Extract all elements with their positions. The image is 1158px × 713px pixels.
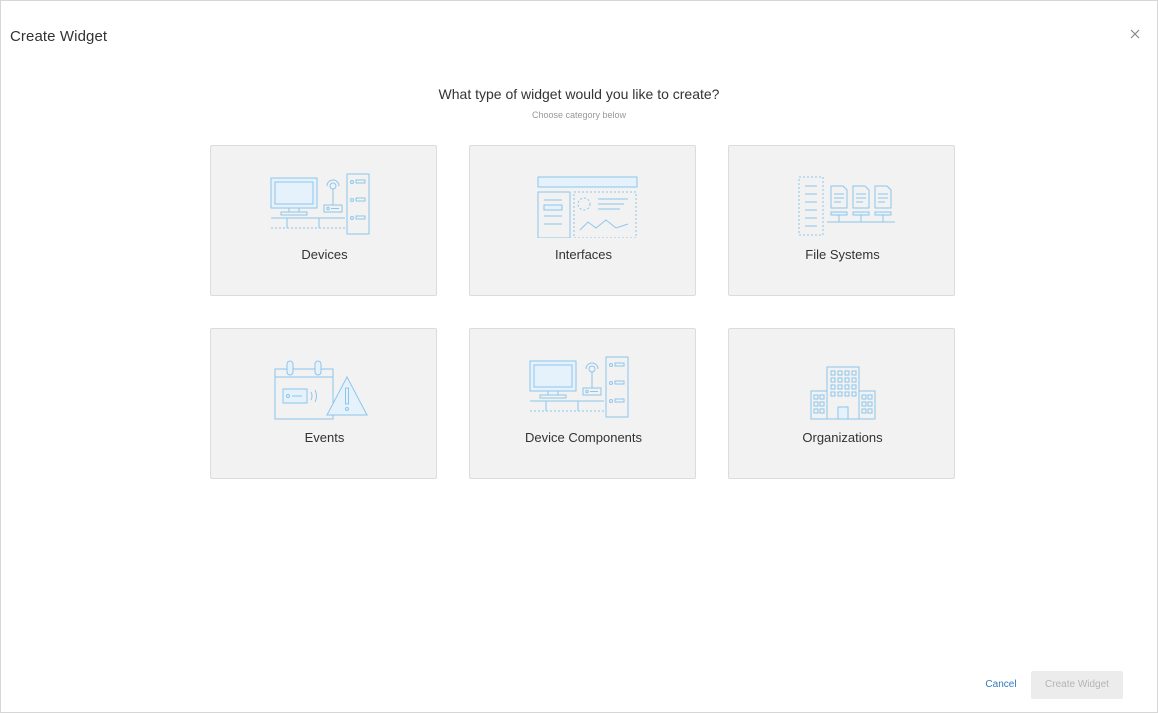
events-icon	[274, 360, 368, 420]
close-icon	[1130, 29, 1140, 39]
close-button[interactable]	[1127, 26, 1143, 42]
device-components-icon	[529, 356, 628, 418]
category-card-organizations[interactable]: Organizations	[728, 328, 955, 479]
create-widget-button[interactable]: Create Widget	[1031, 671, 1123, 699]
category-label: Device Components	[524, 430, 643, 445]
devices-icon	[270, 173, 369, 235]
category-label: Interfaces	[554, 247, 613, 262]
category-label: Organizations	[802, 430, 883, 445]
category-card-device-components[interactable]: Device Components	[469, 328, 696, 479]
category-card-file-systems[interactable]: File Systems	[728, 145, 955, 296]
cancel-button[interactable]: Cancel	[976, 672, 1026, 698]
category-label: Events	[304, 430, 345, 445]
create-widget-dialog: Create Widget What type of widget would …	[0, 0, 1158, 713]
category-card-devices[interactable]: Devices	[210, 145, 437, 296]
category-card-interfaces[interactable]: Interfaces	[469, 145, 696, 296]
organizations-icon	[810, 366, 875, 420]
category-label: Devices	[301, 247, 348, 262]
category-label: File Systems	[805, 247, 880, 262]
category-card-events[interactable]: Events	[210, 328, 437, 479]
interfaces-icon	[537, 176, 637, 238]
dialog-title: Create Widget	[10, 28, 108, 45]
file-systems-icon	[798, 176, 895, 236]
prompt-heading: What type of widget would you like to cr…	[438, 86, 720, 102]
prompt-subheading: Choose category below	[531, 110, 627, 120]
